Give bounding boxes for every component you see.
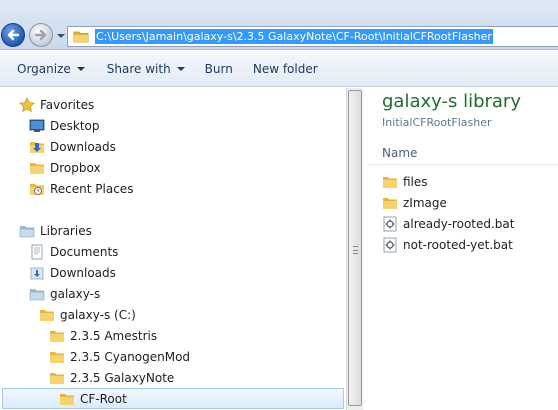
command-bar: Organize Share with Burn New folder — [0, 51, 558, 87]
nav-cf-root[interactable]: CF-Root — [2, 388, 344, 409]
nav-cyanogenmod-label: 2.3.5 CyanogenMod — [70, 350, 191, 364]
nav-desktop[interactable]: Desktop — [29, 116, 100, 136]
nav-libraries-label: Libraries — [40, 224, 92, 238]
nav-galaxy-s-library[interactable]: galaxy-s — [29, 284, 100, 304]
recent-places-icon — [30, 184, 44, 195]
nav-cyanogenmod[interactable]: 2.3.5 CyanogenMod — [49, 347, 190, 367]
batch-file-icon — [383, 237, 397, 253]
column-header-name[interactable]: Name — [382, 146, 417, 160]
documents-icon — [31, 244, 43, 260]
file-item[interactable]: files — [382, 172, 428, 192]
share-with-label: Share with — [106, 61, 171, 76]
file-item[interactable]: not-rooted-yet.bat — [382, 235, 513, 255]
address-path-text[interactable]: C:\Users\Jamain\galaxy-s\2.3.5 GalaxyNot… — [95, 29, 493, 44]
forward-arrow-icon — [34, 29, 47, 41]
nav-dropbox-label: Dropbox — [50, 161, 101, 175]
forward-button[interactable] — [29, 23, 53, 47]
folder-icon — [73, 31, 89, 43]
library-title: galaxy-s library — [382, 91, 521, 112]
libraries-icon — [19, 226, 35, 238]
nav-desktop-label: Desktop — [50, 119, 100, 133]
library-icon — [29, 289, 45, 301]
desktop-icon — [29, 119, 45, 132]
folder-icon — [30, 163, 44, 174]
nav-documents-label: Documents — [50, 245, 119, 259]
nav-downloads[interactable]: Downloads — [29, 137, 116, 157]
star-icon — [19, 97, 35, 113]
nav-documents[interactable]: Documents — [29, 242, 118, 262]
nav-library-downloads-label: Downloads — [50, 266, 116, 280]
address-field[interactable]: C:\Users\Jamain\galaxy-s\2.3.5 GalaxyNot… — [67, 26, 558, 47]
burn-label: Burn — [204, 61, 233, 76]
back-button[interactable] — [1, 23, 25, 47]
new-folder-label: New folder — [252, 61, 318, 76]
nav-galaxynote-label: 2.3.5 GalaxyNote — [70, 371, 175, 385]
file-item-label: already-rooted.bat — [403, 217, 515, 231]
folder-icon — [40, 310, 54, 321]
batch-file-icon — [383, 216, 397, 232]
nav-libraries[interactable]: Libraries — [19, 221, 92, 241]
column-header-divider — [368, 164, 558, 165]
recent-pages-chevron-down-icon[interactable] — [56, 32, 66, 40]
folder-icon — [383, 198, 397, 209]
nav-galaxynote[interactable]: 2.3.5 GalaxyNote — [49, 368, 174, 388]
nav-favorites-label: Favorites — [40, 98, 95, 112]
nav-amestris-label: 2.3.5 Amestris — [70, 329, 158, 343]
folder-icon — [60, 393, 74, 405]
new-folder-button[interactable]: New folder — [253, 62, 328, 76]
library-subtitle: InitialCFRootFlasher — [382, 116, 492, 129]
nav-favorites[interactable]: Favorites — [19, 95, 94, 115]
folder-icon — [50, 373, 64, 384]
file-item-label: zImage — [403, 196, 447, 210]
nav-recent-places-label: Recent Places — [50, 182, 134, 196]
file-item-label: not-rooted-yet.bat — [403, 238, 513, 252]
folder-icon — [50, 331, 64, 342]
nav-downloads-label: Downloads — [50, 140, 116, 154]
nav-dropbox[interactable]: Dropbox — [29, 158, 101, 178]
burn-button[interactable]: Burn — [205, 62, 243, 76]
scrollbar-thumb[interactable] — [348, 90, 362, 406]
navigation-pane: Favorites Desktop Downloads Dropbox Rece… — [0, 88, 346, 410]
nav-pane-scrollbar[interactable] — [346, 88, 363, 410]
organize-label: Organize — [17, 61, 71, 76]
file-item[interactable]: already-rooted.bat — [382, 214, 514, 234]
nav-recent-places[interactable]: Recent Places — [29, 179, 133, 199]
nav-galaxy-s-c-label: galaxy-s (C:) — [60, 308, 136, 322]
chevron-down-icon — [176, 66, 185, 71]
file-item-label: files — [403, 175, 428, 189]
nav-galaxy-s-c[interactable]: galaxy-s (C:) — [39, 305, 136, 325]
nav-galaxy-s-label: galaxy-s — [50, 287, 101, 301]
content-pane: galaxy-s library InitialCFRootFlasher Na… — [364, 88, 558, 410]
grip-icon — [353, 246, 358, 254]
folder-icon — [383, 177, 397, 188]
nav-amestris[interactable]: 2.3.5 Amestris — [49, 326, 157, 346]
file-item[interactable]: zImage — [382, 193, 447, 213]
share-with-button[interactable]: Share with — [107, 62, 195, 76]
downloads-folder-icon — [30, 142, 44, 153]
chevron-down-icon — [76, 66, 85, 71]
nav-cf-root-label: CF-Root — [80, 391, 127, 406]
folder-icon — [50, 352, 64, 363]
nav-library-downloads[interactable]: Downloads — [29, 263, 116, 283]
back-arrow-icon — [7, 29, 20, 41]
organize-button[interactable]: Organize — [17, 62, 95, 76]
address-bar-row: C:\Users\Jamain\galaxy-s\2.3.5 GalaxyNot… — [0, 0, 558, 50]
downloads-library-icon — [30, 267, 44, 280]
